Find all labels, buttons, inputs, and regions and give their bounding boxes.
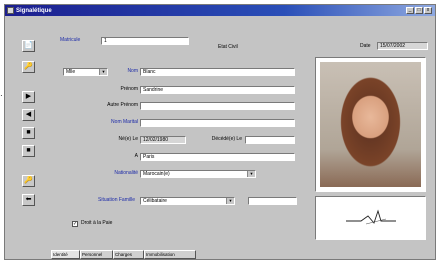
decede-le-field[interactable] bbox=[245, 136, 295, 144]
next-record-icon[interactable]: ▶ bbox=[22, 91, 35, 103]
nationalite-select[interactable]: Marocain(e) ▼ bbox=[140, 170, 256, 178]
key-icon[interactable]: 🔑 bbox=[22, 61, 35, 73]
civilite-value: Mlle bbox=[66, 69, 76, 75]
autre-prenom-label: Autre Prénom bbox=[107, 102, 138, 108]
previous-record-icon[interactable]: ◀ bbox=[22, 109, 35, 121]
decede-le-label: Décédé(e) Le bbox=[211, 136, 242, 142]
prenom-label: Prénom bbox=[120, 86, 138, 92]
close-button[interactable]: x bbox=[424, 7, 432, 14]
export-icon[interactable]: ⬅ bbox=[22, 194, 35, 206]
signature-frame bbox=[315, 196, 426, 240]
tab-immobilisation[interactable]: Immobilisation bbox=[144, 250, 196, 259]
etat-civil-label: Etat Civil bbox=[218, 44, 238, 50]
date-label: Date bbox=[360, 43, 371, 49]
situation-famille-value: Célibataire bbox=[143, 198, 167, 204]
last-record-icon[interactable]: ■ bbox=[22, 145, 35, 157]
import-icon[interactable]: 🔑 bbox=[22, 175, 35, 187]
tab-identite[interactable]: Identité bbox=[51, 250, 80, 259]
nom-marital-field[interactable] bbox=[140, 119, 295, 127]
nom-label: Nom bbox=[127, 68, 138, 74]
employee-photo bbox=[320, 62, 421, 187]
ne-le-field[interactable]: 12/02/1980 bbox=[140, 136, 186, 144]
minimize-button[interactable]: _ bbox=[406, 7, 414, 14]
app-icon bbox=[7, 7, 14, 14]
lieu-field[interactable]: Paris bbox=[140, 153, 295, 161]
matricule-field[interactable]: 1 bbox=[101, 37, 189, 45]
nationalite-value: Marocain(e) bbox=[143, 171, 170, 177]
autre-prenom-field[interactable] bbox=[140, 102, 295, 110]
first-record-icon[interactable]: ■ bbox=[22, 127, 35, 139]
situation-extra-field[interactable] bbox=[248, 197, 297, 205]
droit-paie-checkbox[interactable]: ✓ bbox=[72, 221, 78, 227]
droit-paie-label: Droit à la Paie bbox=[81, 220, 113, 226]
chevron-down-icon[interactable]: ▼ bbox=[247, 171, 255, 177]
new-document-icon[interactable]: 📄 bbox=[22, 40, 35, 52]
nom-field[interactable]: Blanc bbox=[140, 68, 295, 76]
lieu-label: A bbox=[134, 153, 138, 159]
maximize-button[interactable]: □ bbox=[415, 7, 423, 14]
checkmark-icon: ✓ bbox=[73, 221, 78, 227]
tab-charges[interactable]: Charges bbox=[113, 250, 144, 259]
chevron-down-icon[interactable]: ▼ bbox=[99, 69, 107, 75]
situation-famille-label: Situation Famille bbox=[98, 197, 135, 203]
photo-frame bbox=[315, 57, 426, 192]
situation-famille-select[interactable]: Célibataire ▼ bbox=[140, 197, 235, 205]
title-bar[interactable]: Signalétique _ □ x bbox=[5, 5, 435, 16]
matricule-label: Matricule bbox=[60, 37, 81, 43]
nationalite-label: Nationalité bbox=[114, 170, 138, 176]
tab-personnel[interactable]: Personnel bbox=[80, 250, 113, 259]
chevron-down-icon[interactable]: ▼ bbox=[226, 198, 234, 204]
signature-image bbox=[346, 209, 396, 225]
civilite-select[interactable]: Mlle ▼ bbox=[63, 68, 108, 76]
prenom-field[interactable]: Sandrine bbox=[140, 86, 295, 94]
main-window: Signalétique _ □ x 📄 🔑 ▶ ◀ ■ ■ 🔑 ⬅ Matri… bbox=[4, 4, 436, 260]
date-field[interactable]: 15/07/2002 bbox=[377, 42, 428, 50]
nom-marital-label: Nom Marital bbox=[111, 119, 138, 125]
window-title: Signalétique bbox=[16, 7, 52, 14]
ne-le-label: Né(e) Le bbox=[118, 136, 138, 142]
